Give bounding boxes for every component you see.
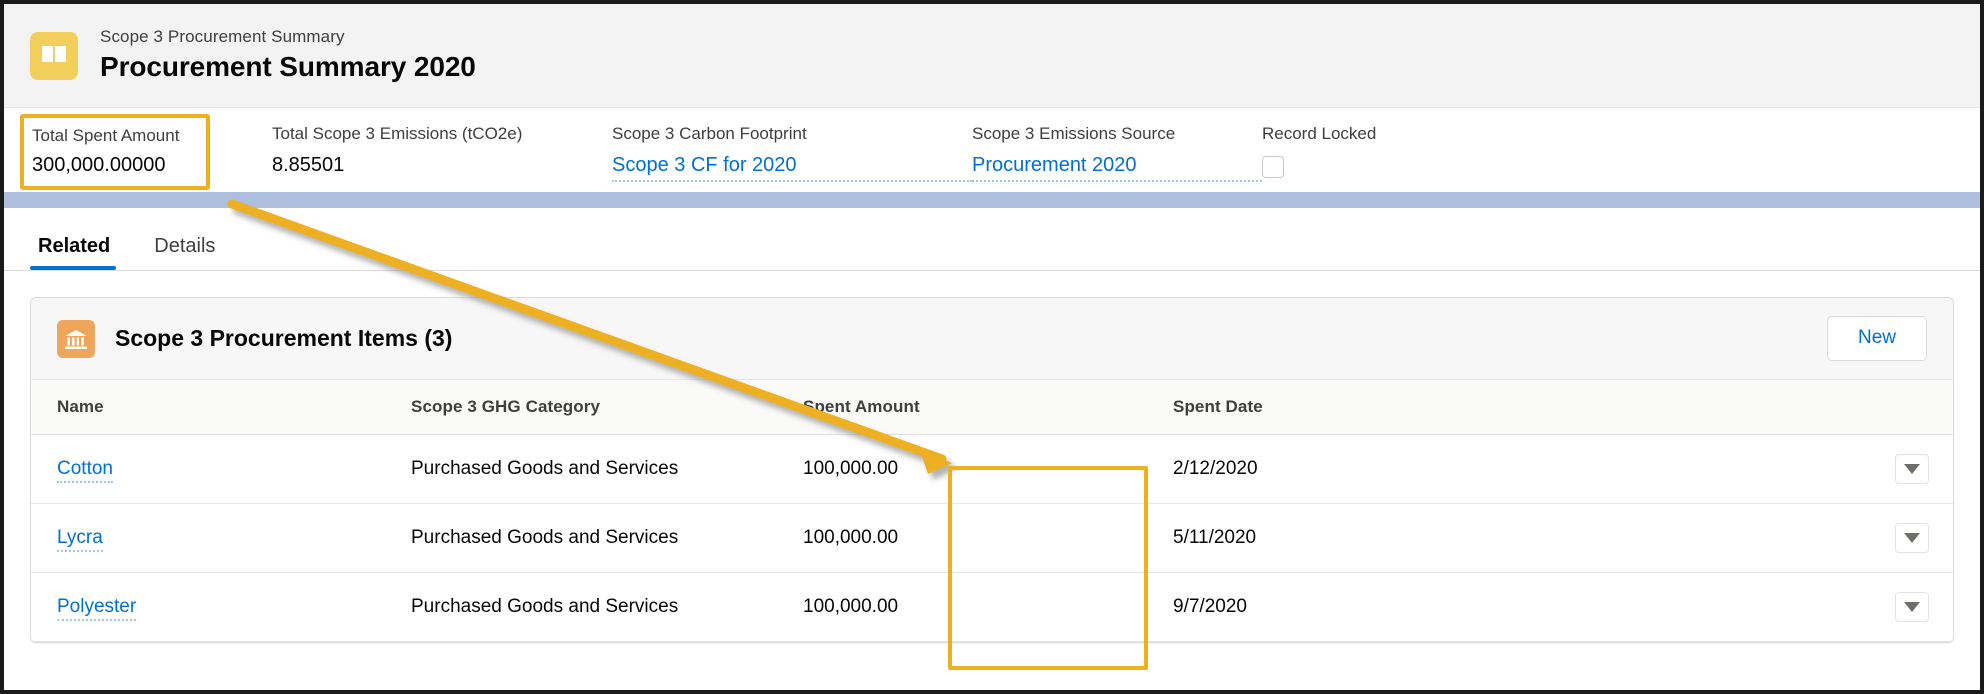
object-type-label: Scope 3 Procurement Summary [100, 26, 476, 49]
tab-details[interactable]: Details [132, 236, 237, 270]
record-locked-checkbox[interactable] [1262, 156, 1284, 178]
row-actions-chevron-down-icon[interactable] [1895, 454, 1929, 484]
cell-spent-amount: 100,000.00 [781, 504, 1151, 573]
tab-bar: Related Details [4, 208, 1980, 271]
cell-spent-amount: 100,000.00 [781, 435, 1151, 504]
related-list-card: Scope 3 Procurement Items (3) New Name S… [30, 297, 1954, 643]
main-content: Scope 3 Procurement Items (3) New Name S… [4, 271, 1980, 643]
record-title-group: Scope 3 Procurement Summary Procurement … [100, 26, 476, 85]
related-list-table: Name Scope 3 GHG Category Spent Amount S… [31, 380, 1953, 642]
record-link-polyester[interactable]: Polyester [57, 596, 136, 621]
table-row: Cotton Purchased Goods and Services 100,… [31, 435, 1953, 504]
field-label: Scope 3 Carbon Footprint [612, 122, 972, 146]
cell-spent-date: 9/7/2020 [1151, 573, 1771, 642]
field-label: Total Scope 3 Emissions (tCO2e) [272, 122, 612, 146]
page-title: Procurement Summary 2020 [100, 49, 476, 85]
book-icon [30, 32, 78, 80]
row-actions-chevron-down-icon[interactable] [1895, 523, 1929, 553]
bank-icon [57, 320, 95, 358]
column-header-spent-date[interactable]: Spent Date [1151, 380, 1771, 435]
field-label: Total Spent Amount [32, 124, 198, 148]
cell-category: Purchased Goods and Services [411, 435, 781, 504]
highlight-field-total-spent-amount: Total Spent Amount 300,000.00000 [20, 114, 210, 190]
column-header-spent-amount[interactable]: Spent Amount [781, 380, 1151, 435]
table-row: Polyester Purchased Goods and Services 1… [31, 573, 1953, 642]
column-header-actions [1771, 380, 1953, 435]
column-header-name[interactable]: Name [31, 380, 411, 435]
field-value: 300,000.00000 [32, 152, 198, 178]
table-row: Lycra Purchased Goods and Services 100,0… [31, 504, 1953, 573]
new-button[interactable]: New [1827, 316, 1927, 361]
field-label: Scope 3 Emissions Source [972, 122, 1262, 146]
table-header-row: Name Scope 3 GHG Category Spent Amount S… [31, 380, 1953, 435]
cell-spent-date: 2/12/2020 [1151, 435, 1771, 504]
highlight-field-scope3-emissions-source: Scope 3 Emissions Source Procurement 202… [972, 122, 1262, 182]
tab-related[interactable]: Related [30, 236, 132, 270]
highlight-field-total-scope3-emissions: Total Scope 3 Emissions (tCO2e) 8.85501 [272, 122, 612, 178]
cell-spent-amount: 100,000.00 [781, 573, 1151, 642]
field-value: 8.85501 [272, 152, 612, 178]
cell-spent-date: 5/11/2020 [1151, 504, 1771, 573]
related-list-header: Scope 3 Procurement Items (3) New [31, 298, 1953, 380]
field-label: Record Locked [1262, 122, 1376, 146]
column-header-category[interactable]: Scope 3 GHG Category [411, 380, 781, 435]
scope3-carbon-footprint-link[interactable]: Scope 3 CF for 2020 [612, 152, 972, 182]
cell-category: Purchased Goods and Services [411, 573, 781, 642]
record-link-lycra[interactable]: Lycra [57, 527, 103, 552]
record-header: Scope 3 Procurement Summary Procurement … [4, 4, 1980, 108]
related-list-title: Scope 3 Procurement Items (3) [115, 325, 1827, 352]
section-divider-band [4, 192, 1980, 208]
cell-category: Purchased Goods and Services [411, 504, 781, 573]
record-page: Scope 3 Procurement Summary Procurement … [0, 0, 1984, 694]
row-actions-chevron-down-icon[interactable] [1895, 592, 1929, 622]
highlight-field-scope3-carbon-footprint: Scope 3 Carbon Footprint Scope 3 CF for … [612, 122, 972, 182]
highlight-field-record-locked: Record Locked [1262, 122, 1376, 178]
highlights-panel: Total Spent Amount 300,000.00000 Total S… [4, 108, 1980, 192]
record-link-cotton[interactable]: Cotton [57, 458, 113, 483]
scope3-emissions-source-link[interactable]: Procurement 2020 [972, 152, 1262, 182]
